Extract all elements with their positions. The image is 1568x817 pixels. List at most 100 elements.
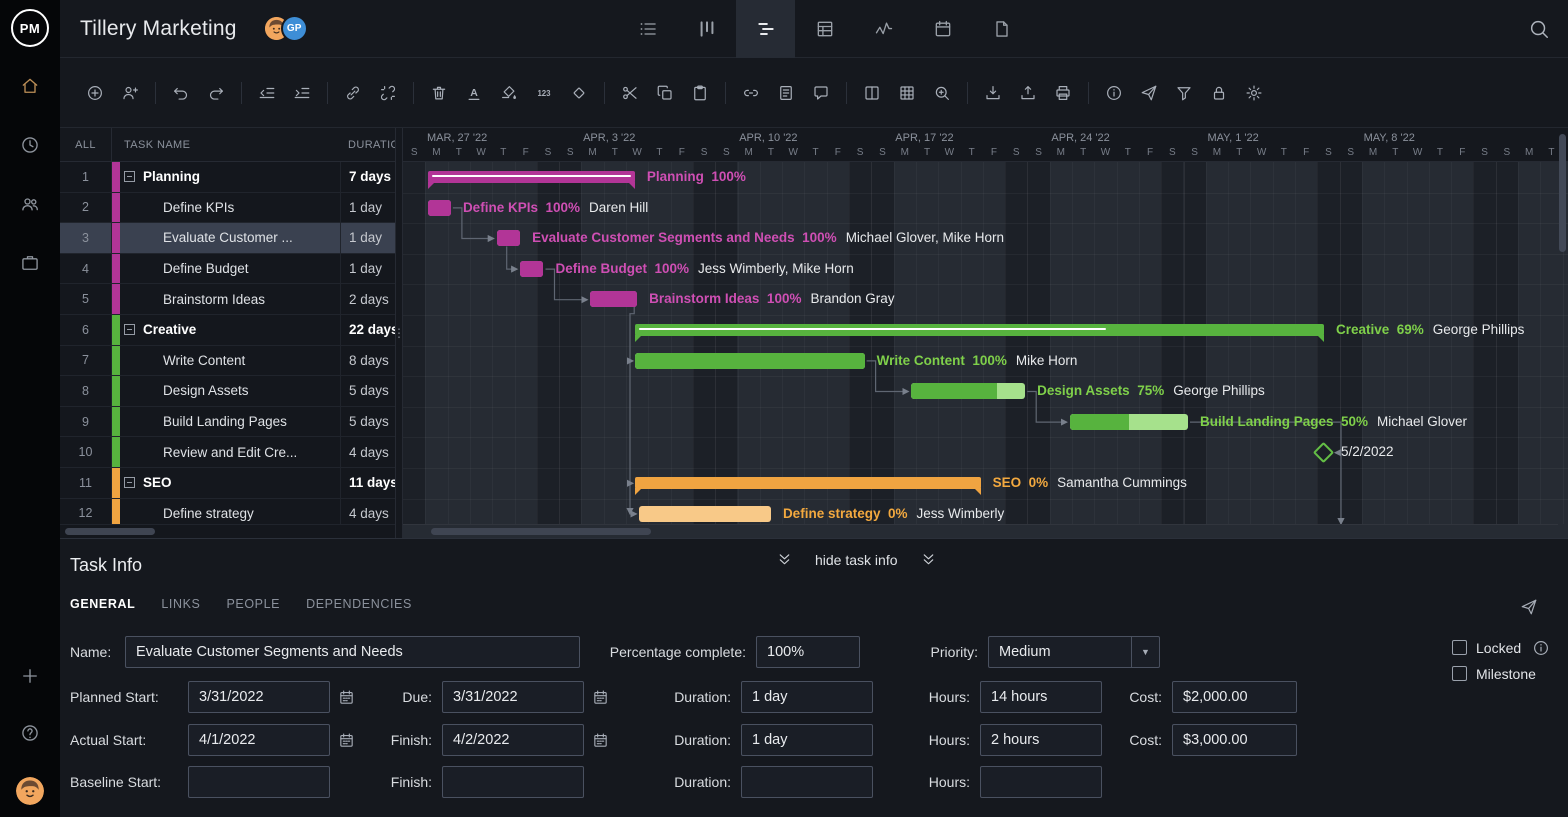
task-duration-cell[interactable]: 5 days (340, 376, 395, 406)
gantt-summary-bar[interactable] (635, 324, 1324, 336)
format-text-icon[interactable]: A (461, 80, 487, 106)
lock-icon[interactable] (1206, 80, 1232, 106)
collapse-icon[interactable] (124, 171, 135, 182)
gantt-task-bar[interactable] (590, 291, 637, 307)
table-row[interactable]: 9Build Landing Pages5 days (60, 407, 395, 438)
finish-input-row2[interactable] (442, 724, 584, 756)
milestone-icon[interactable] (566, 80, 592, 106)
zoom-icon[interactable] (929, 80, 955, 106)
gantt-vscroll-thumb[interactable] (1559, 134, 1566, 252)
task-name-cell[interactable]: Write Content (120, 346, 340, 376)
task-name-cell[interactable]: Build Landing Pages (120, 407, 340, 437)
table-scroll-thumb[interactable] (65, 528, 155, 535)
priority-select[interactable]: Medium ▼ (988, 636, 1160, 668)
user-avatar[interactable] (16, 777, 44, 805)
task-duration-cell[interactable]: 4 days (340, 499, 395, 524)
duration-input-row3[interactable] (741, 766, 873, 798)
finish-input-row3[interactable] (442, 766, 584, 798)
task-duration-cell[interactable]: 2 days (340, 284, 395, 314)
comment-icon[interactable] (808, 80, 834, 106)
panel-splitter-handle[interactable]: ⋮ (395, 128, 403, 538)
gantt-task-bar[interactable] (911, 383, 1025, 399)
planned-start-input-row1[interactable] (188, 681, 330, 713)
sheet-view-icon[interactable] (795, 0, 854, 58)
filter-icon[interactable] (1171, 80, 1197, 106)
export-icon[interactable] (1015, 80, 1041, 106)
add-task-icon[interactable] (82, 80, 108, 106)
page-view-icon[interactable] (972, 0, 1031, 58)
rail-help-icon[interactable] (17, 720, 43, 746)
task-name-cell[interactable]: Define KPIs (120, 193, 340, 223)
indent-icon[interactable] (289, 80, 315, 106)
calendar-icon[interactable] (592, 728, 616, 752)
tab-links[interactable]: LINKS (161, 597, 200, 611)
task-name-cell[interactable]: SEO (120, 468, 340, 498)
task-duration-cell[interactable]: 1 day (340, 223, 395, 253)
table-row[interactable]: 8Design Assets5 days (60, 376, 395, 407)
duration-input-row1[interactable] (741, 681, 873, 713)
task-name-cell[interactable]: Define strategy (120, 499, 340, 524)
fill-color-icon[interactable] (496, 80, 522, 106)
calendar-icon[interactable] (592, 685, 616, 709)
tab-people[interactable]: PEOPLE (226, 597, 280, 611)
percentage-complete-input[interactable] (756, 636, 860, 668)
rail-clock-icon[interactable] (17, 132, 43, 158)
collapse-icon[interactable] (124, 477, 135, 488)
locked-info-icon[interactable] (1532, 639, 1548, 655)
task-name-input[interactable] (125, 636, 580, 668)
link-tasks-icon[interactable] (340, 80, 366, 106)
task-duration-cell[interactable]: 8 days (340, 346, 395, 376)
task-duration-cell[interactable]: 7 days (340, 162, 395, 192)
columns-icon[interactable] (859, 80, 885, 106)
table-row[interactable]: 6Creative22 days (60, 315, 395, 346)
gantt-summary-bar[interactable] (428, 171, 635, 183)
gantt-view-icon[interactable] (736, 0, 795, 58)
task-name-cell[interactable]: Brainstorm Ideas (120, 284, 340, 314)
numbers-icon[interactable]: 123 (531, 80, 557, 106)
send-plane-icon[interactable] (1520, 595, 1544, 619)
task-name-cell[interactable]: Evaluate Customer ... (120, 223, 340, 253)
settings-icon[interactable] (1241, 80, 1267, 106)
gantt-task-bar[interactable] (497, 230, 520, 246)
unlink-tasks-icon[interactable] (375, 80, 401, 106)
table-row[interactable]: 2Define KPIs1 day (60, 193, 395, 224)
import-icon[interactable] (980, 80, 1006, 106)
outdent-icon[interactable] (254, 80, 280, 106)
tab-general[interactable]: GENERAL (70, 597, 135, 611)
table-row[interactable]: 12Define strategy4 days (60, 499, 395, 524)
gantt-task-bar[interactable] (635, 353, 865, 369)
table-row[interactable]: 10Review and Edit Cre...4 days (60, 437, 395, 468)
locked-checkbox[interactable] (1452, 640, 1467, 655)
board-view-icon[interactable] (677, 0, 736, 58)
gantt-task-bar[interactable] (520, 261, 543, 277)
print-icon[interactable] (1050, 80, 1076, 106)
redo-icon[interactable] (203, 80, 229, 106)
hours-input-row3[interactable] (980, 766, 1102, 798)
search-icon[interactable] (1528, 17, 1552, 41)
actual-start-input-row2[interactable] (188, 724, 330, 756)
cut-icon[interactable] (617, 80, 643, 106)
duration-column-header[interactable]: DURATION (348, 128, 395, 162)
hide-task-info-button[interactable]: hide task info (776, 551, 937, 568)
gantt-summary-bar[interactable] (635, 477, 981, 489)
task-name-column-header[interactable]: TASK NAME (124, 128, 190, 162)
due-input-row1[interactable] (442, 681, 584, 713)
task-name-cell[interactable]: Define Budget (120, 254, 340, 284)
tab-dependencies[interactable]: DEPENDENCIES (306, 597, 412, 611)
calendar-view-icon[interactable] (913, 0, 972, 58)
task-duration-cell[interactable]: 1 day (340, 254, 395, 284)
share-icon[interactable] (1136, 80, 1162, 106)
cost-input-row1[interactable] (1172, 681, 1297, 713)
gantt-horizontal-scrollbar[interactable] (403, 524, 1558, 538)
delete-task-icon[interactable] (426, 80, 452, 106)
table-row[interactable]: 1Planning7 days (60, 162, 395, 193)
table-horizontal-scrollbar[interactable] (60, 524, 395, 538)
list-view-icon[interactable] (618, 0, 677, 58)
baseline-start-input-row3[interactable] (188, 766, 330, 798)
attach-link-icon[interactable] (738, 80, 764, 106)
assign-person-icon[interactable] (117, 80, 143, 106)
info-icon[interactable] (1101, 80, 1127, 106)
notes-icon[interactable] (773, 80, 799, 106)
task-name-cell[interactable]: Design Assets (120, 376, 340, 406)
task-duration-cell[interactable]: 1 day (340, 193, 395, 223)
